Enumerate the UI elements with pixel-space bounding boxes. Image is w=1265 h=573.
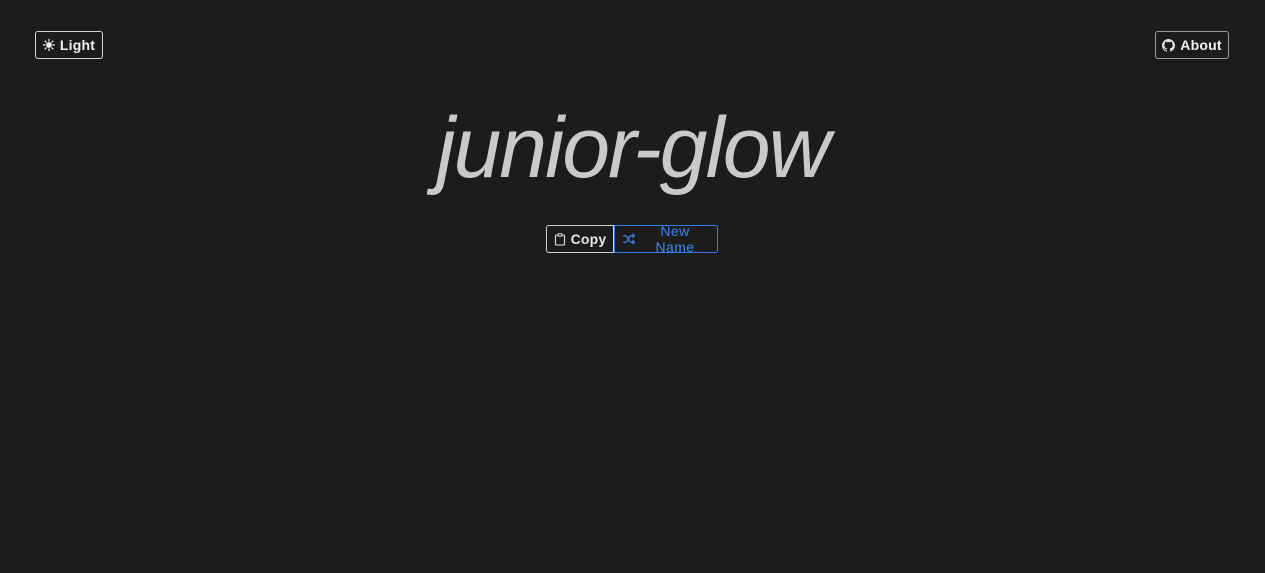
new-name-button[interactable]: New Name bbox=[614, 223, 718, 255]
generated-name: junior-glow bbox=[436, 100, 830, 196]
about-label: About bbox=[1180, 37, 1222, 53]
theme-toggle-button[interactable]: Light bbox=[35, 31, 103, 59]
sun-icon bbox=[42, 39, 55, 51]
copy-button[interactable]: Copy bbox=[546, 225, 614, 253]
new-name-label: New Name bbox=[655, 223, 695, 255]
about-button[interactable]: About bbox=[1155, 31, 1229, 59]
github-icon bbox=[1162, 38, 1176, 52]
theme-toggle-label: Light bbox=[59, 37, 96, 53]
copy-label: Copy bbox=[570, 231, 607, 247]
name-actions: Copy New Name bbox=[546, 223, 718, 255]
clipboard-icon bbox=[554, 232, 566, 246]
shuffle-icon bbox=[623, 233, 636, 245]
